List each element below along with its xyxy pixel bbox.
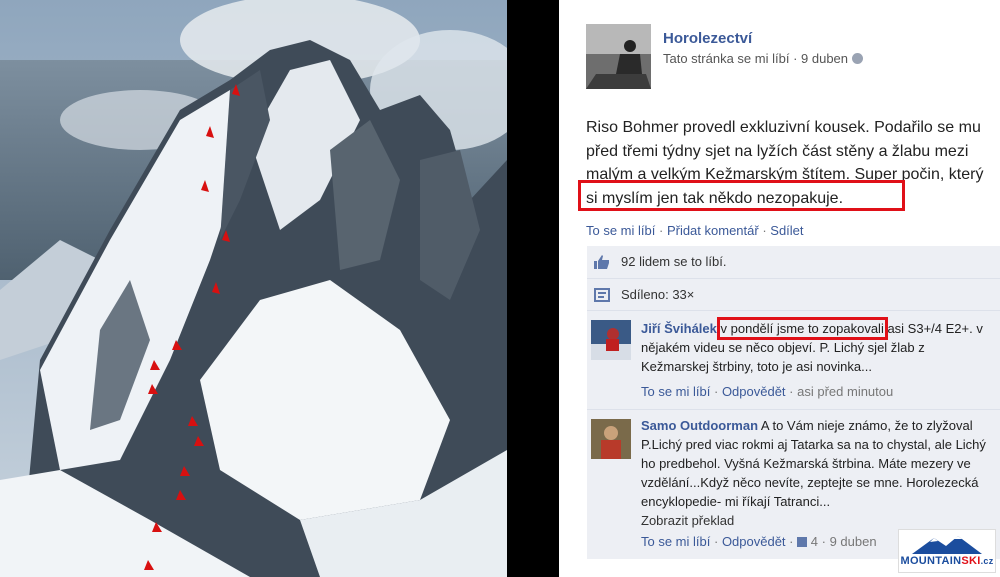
social-box: 92 lidem se to líbí. Sdíleno: 33× Jiří Š… [587, 246, 1000, 559]
post-date[interactable]: 9 duben [801, 51, 848, 66]
translate-link[interactable]: Zobrazit překlad [641, 511, 992, 530]
like-link[interactable]: To se mi líbí [586, 223, 655, 238]
commenter-photo [591, 419, 631, 459]
facebook-post-panel: Horolezectví Tato stránka se mi líbí · 9… [559, 0, 1000, 577]
page-name-link[interactable]: Horolezectví [663, 30, 752, 47]
mountain-photo [0, 0, 507, 577]
comment-reply-link[interactable]: Odpovědět [722, 384, 786, 399]
comment-item: Jiří Švihálek v pondělí jsme to zopakova… [587, 310, 1000, 409]
comment-highlighted-text: v pondělí jsme to zopakovali [716, 317, 888, 340]
mountain-logo-icon [912, 536, 982, 554]
share-icon [594, 288, 610, 302]
comment-time[interactable]: asi před minutou [797, 384, 893, 399]
comment-like-link[interactable]: To se mi líbí [641, 384, 710, 399]
comment-body: Samo Outdoorman A to Vám nieje známo, že… [641, 416, 992, 511]
commenter-avatar[interactable] [591, 419, 631, 459]
globe-icon [852, 53, 864, 64]
post-actions: To se mi líbí · Přidat komentář · Sdílet [586, 223, 804, 238]
likes-count-link[interactable]: 92 lidem se to líbí. [621, 254, 727, 269]
action-separator: · [713, 534, 722, 549]
red-highlight-box [578, 180, 905, 211]
commenter-photo [591, 320, 631, 360]
post-text-main: Riso Bohmer provedl exkluzivní kousek. P… [586, 119, 981, 183]
action-separator: · [789, 534, 798, 549]
comment-like-link[interactable]: To se mi líbí [641, 534, 710, 549]
page-meta: Tato stránka se mi líbí · 9 duben [663, 51, 864, 66]
share-link[interactable]: Sdílet [770, 223, 803, 238]
likes-row: 92 lidem se to líbí. [587, 246, 1000, 278]
action-separator: · [658, 223, 667, 238]
comment-like-count[interactable]: 4 [811, 534, 818, 549]
action-separator: · [713, 384, 722, 399]
mountainski-logo: MOUNTAINSKI.cz [898, 529, 996, 573]
thumbs-up-icon [594, 255, 609, 269]
comment-reply-link[interactable]: Odpovědět [722, 534, 786, 549]
mountain-illustration [0, 0, 507, 577]
meta-separator: · [789, 51, 802, 66]
comment-time[interactable]: 9 duben [830, 534, 877, 549]
comment-like-icon [797, 537, 808, 547]
page-like-status[interactable]: Tato stránka se mi líbí [663, 51, 789, 66]
page-avatar[interactable] [586, 24, 651, 89]
comment-link[interactable]: Přidat komentář [667, 223, 759, 238]
commenter-avatar[interactable] [591, 320, 631, 360]
action-separator: · [821, 534, 830, 549]
comment-actions: To se mi líbí · Odpovědět · asi před min… [641, 382, 992, 401]
logo-text: MOUNTAINSKI.cz [900, 555, 994, 567]
climber-avatar-image [586, 24, 651, 89]
comment-author-link[interactable]: Samo Outdoorman [641, 418, 758, 433]
shares-count-link[interactable]: Sdíleno: 33× [621, 287, 694, 302]
shares-row: Sdíleno: 33× [587, 278, 1000, 310]
comment-body: Jiří Švihálek v pondělí jsme to zopakova… [641, 317, 992, 376]
action-separator: · [789, 384, 798, 399]
black-divider [507, 0, 559, 577]
comment-author-link[interactable]: Jiří Švihálek [641, 321, 717, 336]
